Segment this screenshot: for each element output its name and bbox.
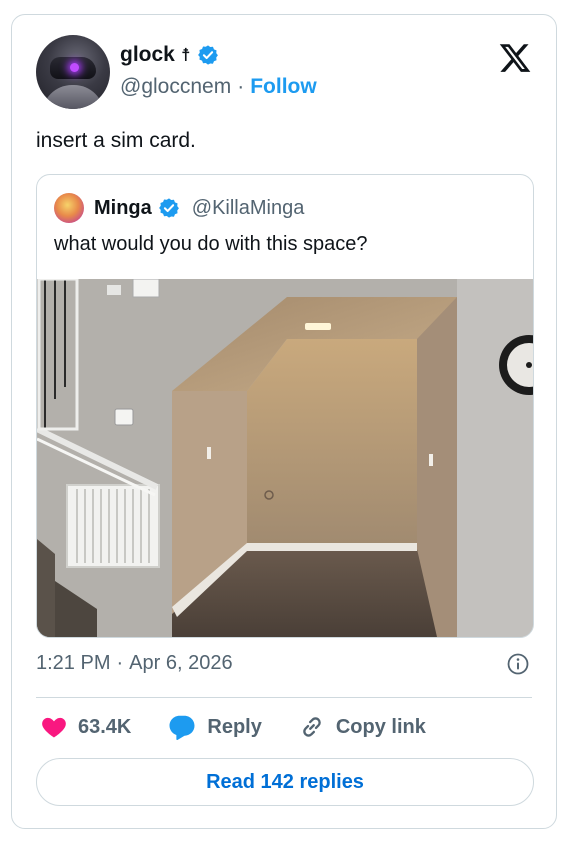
action-bar: 63.4K Reply Copy link [40, 712, 462, 742]
quote-author-avatar[interactable] [54, 193, 84, 223]
quote-photo-alcove[interactable] [37, 279, 534, 637]
quoted-tweet[interactable]: Minga @KillaMinga what would you do with… [36, 174, 534, 638]
tweet-header: glock ☨ @gloccnem · Follow [36, 35, 532, 111]
quote-author-name[interactable]: Minga [94, 197, 152, 220]
quote-header: Minga @KillaMinga [54, 193, 304, 223]
quote-author-handle[interactable]: @KillaMinga [192, 197, 305, 220]
tweet-date: Apr 6, 2026 [129, 652, 233, 674]
timestamp-separator: · [116, 652, 124, 674]
divider [36, 697, 532, 698]
author-display-name[interactable]: glock [120, 43, 175, 67]
like-count: 63.4K [78, 715, 132, 738]
x-logo-icon[interactable] [498, 41, 532, 75]
follow-button[interactable]: Follow [250, 75, 317, 99]
read-replies-button[interactable]: Read 142 replies [36, 758, 534, 806]
link-icon [303, 717, 321, 737]
tweet-time: 1:21 PM [36, 652, 111, 674]
reply-bubble-icon [169, 715, 195, 741]
separator-dot: · [237, 75, 245, 98]
author-handle-row: @gloccnem · Follow [120, 75, 317, 99]
author-name-row[interactable]: glock ☨ [120, 43, 219, 67]
quote-verified-badge-icon [158, 198, 179, 218]
author-handle[interactable]: @gloccnem [120, 75, 231, 99]
tweet-timestamp[interactable]: 1:21 PM · Apr 6, 2026 [36, 652, 233, 675]
like-button[interactable]: 63.4K [40, 713, 131, 741]
reply-button[interactable]: Reply [167, 712, 262, 742]
verified-badge-icon [197, 45, 218, 65]
author-avatar[interactable] [36, 35, 110, 109]
copy-link-label: Copy link [335, 715, 426, 738]
heart-icon [42, 717, 66, 738]
info-icon[interactable] [506, 652, 530, 676]
copy-link-button[interactable]: Copy link [298, 713, 426, 741]
cross-emoji-icon: ☨ [180, 45, 191, 65]
tweet-card: glock ☨ @gloccnem · Follow insert a sim … [11, 14, 557, 829]
tweet-text: insert a sim card. [36, 129, 196, 152]
reply-label: Reply [207, 715, 262, 738]
quote-text: what would you do with this space? [54, 233, 368, 255]
